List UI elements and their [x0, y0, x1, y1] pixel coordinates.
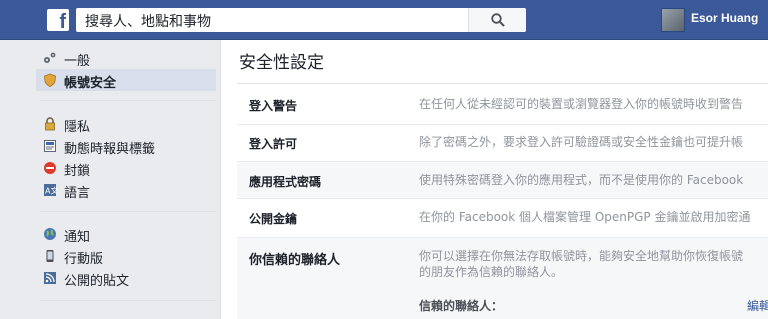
- sidebar-item-label: 一般: [64, 54, 91, 69]
- avatar[interactable]: [661, 8, 685, 32]
- setting-description-line-2: 的朋友作為信賴的聯絡人。: [419, 265, 564, 279]
- trusted-contacts-label: 信賴的聯絡人：: [419, 299, 504, 313]
- setting-label: 應用程式密碼: [249, 175, 322, 189]
- setting-row-login-alerts[interactable]: 登入警告 在任何人從未經認可的裝置或瀏覽器登入你的帳號時收到警告: [237, 86, 768, 125]
- sidebar-item-label: 行動版: [64, 252, 104, 267]
- sidebar-item-security[interactable]: 帳號安全: [36, 69, 216, 91]
- logo-letter: f: [59, 11, 66, 33]
- facebook-logo[interactable]: f: [47, 9, 69, 33]
- settings-sidebar: 一般 帳號安全 隱私 動態時報與標籤 封鎖 A文 語言 通知 行動版 公開的貼文: [0, 40, 218, 319]
- page-title: 安全性設定: [239, 53, 324, 73]
- block-icon: [44, 162, 56, 174]
- setting-row-trusted-contacts: 你信賴的聯絡人 你可以選擇在你無法存取帳號時，能夠安全地幫助你恢復帳號 的朋友作…: [237, 238, 768, 319]
- security-settings-panel: 安全性設定 登入警告 在任何人從未經認可的裝置或瀏覽器登入你的帳號時收到警告 登…: [220, 40, 768, 319]
- sidebar-item-general[interactable]: 一般: [36, 47, 216, 69]
- timeline-icon: [44, 140, 56, 152]
- setting-description: 在任何人從未經認可的裝置或瀏覽器登入你的帳號時收到警告: [419, 97, 744, 111]
- sidebar-item-notifications[interactable]: 通知: [36, 223, 216, 245]
- sidebar-item-timeline[interactable]: 動態時報與標籤: [36, 135, 216, 157]
- globe-icon: [44, 228, 56, 240]
- sidebar-item-public-posts[interactable]: 公開的貼文: [36, 267, 216, 289]
- sidebar-item-label: 隱私: [64, 120, 91, 135]
- sidebar-item-language[interactable]: A文 語言: [36, 179, 216, 201]
- lock-icon: [45, 117, 55, 131]
- shield-icon: [44, 73, 56, 87]
- setting-description-line-1: 你可以選擇在你無法存取帳號時，能夠安全地幫助你恢復帳號: [419, 249, 744, 263]
- sidebar-item-label: 動態時報與標籤: [64, 142, 156, 157]
- sidebar-item-label: 公開的貼文: [64, 274, 130, 289]
- setting-row-app-passwords[interactable]: 應用程式密碼 使用特殊密碼登入你的應用程式，而不是使用你的 Facebook: [237, 162, 768, 199]
- sidebar-item-label: 封鎖: [64, 164, 91, 179]
- search-input[interactable]: 搜尋人、地點和事物: [85, 11, 211, 31]
- sidebar-item-mobile[interactable]: 行動版: [36, 245, 216, 267]
- top-navigation-bar: f 搜尋人、地點和事物 Esor Huang: [0, 0, 768, 40]
- sidebar-divider: [40, 300, 216, 301]
- setting-description: 使用特殊密碼登入你的應用程式，而不是使用你的 Facebook: [419, 173, 744, 187]
- sidebar-divider: [40, 100, 216, 101]
- sidebar-item-blocking[interactable]: 封鎖: [36, 157, 216, 179]
- sidebar-item-privacy[interactable]: 隱私: [36, 113, 216, 135]
- gear-icon: [44, 52, 56, 63]
- sidebar-item-label: 語言: [64, 186, 91, 201]
- rss-icon: [44, 272, 56, 284]
- setting-row-public-key[interactable]: 公開金鑰 在你的 Facebook 個人檔案管理 OpenPGP 金鑰並啟用加密…: [237, 199, 768, 238]
- svg-text:A文: A文: [45, 186, 57, 196]
- search-icon: [491, 13, 505, 27]
- user-name-link[interactable]: Esor Huang: [691, 11, 758, 25]
- language-icon: A文: [44, 184, 57, 196]
- setting-description: 在你的 Facebook 個人檔案管理 OpenPGP 金鑰並啟用加密通: [419, 210, 751, 224]
- title-divider: [237, 83, 768, 84]
- edit-trusted-contacts-link[interactable]: 編輯: [747, 297, 768, 314]
- setting-label: 登入警告: [249, 99, 298, 113]
- search-button[interactable]: [468, 8, 526, 32]
- mobile-icon: [46, 250, 54, 262]
- setting-label: 公開金鑰: [249, 212, 298, 226]
- sidebar-item-label: 通知: [64, 230, 91, 245]
- setting-description: 除了密碼之外，要求登入許可驗證碼或安全性金鑰也可提升帳: [419, 135, 744, 149]
- search-box[interactable]: 搜尋人、地點和事物: [76, 8, 526, 32]
- setting-label: 你信賴的聯絡人: [249, 253, 341, 268]
- sidebar-item-label: 帳號安全: [64, 76, 117, 91]
- setting-label: 登入許可: [249, 137, 298, 151]
- sidebar-divider: [40, 211, 216, 212]
- setting-row-login-approvals[interactable]: 登入許可 除了密碼之外，要求登入許可驗證碼或安全性金鑰也可提升帳: [237, 125, 768, 162]
